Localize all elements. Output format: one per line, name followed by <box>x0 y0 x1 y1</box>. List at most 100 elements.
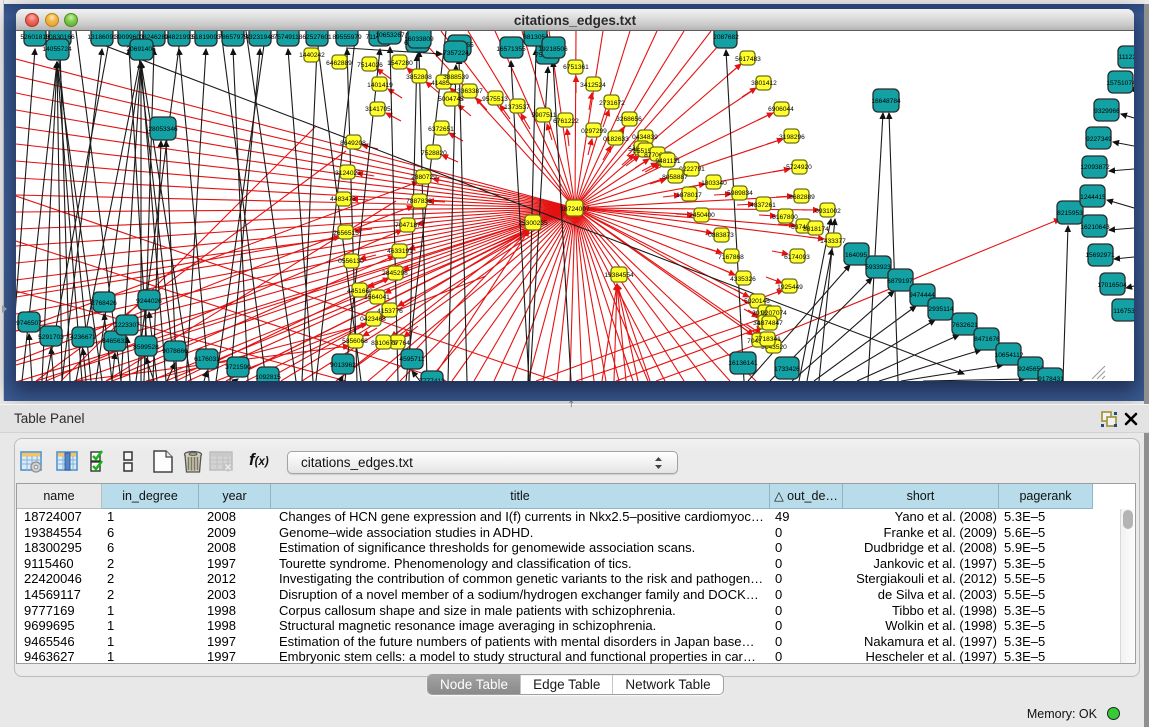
svg-text:5020146: 5020146 <box>744 298 770 305</box>
svg-text:8682889: 8682889 <box>789 194 815 201</box>
svg-text:9227349: 9227349 <box>1086 136 1112 143</box>
svg-text:5617483: 5617483 <box>735 56 761 63</box>
svg-text:7632621: 7632621 <box>952 322 978 329</box>
svg-text:51819093: 51819093 <box>191 34 221 41</box>
svg-text:8215953: 8215953 <box>1057 210 1083 217</box>
svg-text:43231948: 43231948 <box>245 34 275 41</box>
svg-text:15692971: 15692971 <box>1085 252 1115 259</box>
svg-text:0556130: 0556130 <box>338 258 364 265</box>
svg-text:0883873: 0883873 <box>708 232 734 239</box>
svg-text:3852808: 3852808 <box>406 74 432 81</box>
svg-text:6761222: 6761222 <box>553 118 579 125</box>
svg-text:0434839: 0434839 <box>632 134 658 141</box>
svg-text:2656515: 2656515 <box>333 230 359 237</box>
svg-text:8471676: 8471676 <box>974 336 1000 343</box>
svg-text:9329966: 9329966 <box>1094 108 1120 115</box>
svg-text:1878017: 1878017 <box>676 192 702 199</box>
svg-text:1092815: 1092815 <box>255 374 281 381</box>
svg-text:16136141: 16136141 <box>728 360 758 367</box>
svg-text:20691406: 20691406 <box>126 46 156 53</box>
svg-text:0931002: 0931002 <box>815 208 841 215</box>
svg-text:8058887: 8058887 <box>662 174 688 181</box>
svg-text:89555979: 89555979 <box>332 34 362 41</box>
svg-text:7718341: 7718341 <box>755 336 781 343</box>
svg-text:1433377: 1433377 <box>820 238 846 245</box>
svg-text:9178431: 9178431 <box>1038 376 1064 381</box>
svg-text:2935114: 2935114 <box>928 306 954 313</box>
svg-text:1112223: 1112223 <box>1119 54 1134 61</box>
svg-text:8310679: 8310679 <box>371 340 397 347</box>
svg-text:2845298: 2845298 <box>382 270 408 277</box>
svg-text:28053346: 28053346 <box>148 126 178 133</box>
svg-text:4595711: 4595711 <box>399 356 425 363</box>
svg-text:6879197: 6879197 <box>887 278 913 285</box>
svg-text:0423468: 0423468 <box>360 316 386 323</box>
svg-text:2731672: 2731672 <box>599 100 625 107</box>
svg-text:3888539: 3888539 <box>443 74 469 81</box>
svg-text:1374847: 1374847 <box>757 320 783 327</box>
svg-text:1440242: 1440242 <box>299 52 325 59</box>
svg-text:2880729: 2880729 <box>411 174 437 181</box>
svg-text:2450400: 2450400 <box>689 212 715 219</box>
svg-text:1373537: 1373537 <box>504 104 530 111</box>
svg-text:3141705: 3141705 <box>365 106 391 113</box>
svg-text:19218506: 19218506 <box>538 46 568 53</box>
svg-text:6751361: 6751361 <box>563 64 589 71</box>
svg-text:164095: 164095 <box>845 252 867 259</box>
svg-text:9013962: 9013962 <box>330 362 356 369</box>
svg-text:5291703: 5291703 <box>38 334 64 341</box>
svg-text:5933923: 5933923 <box>865 264 891 271</box>
svg-text:116753: 116753 <box>1113 308 1134 315</box>
svg-text:3124023: 3124023 <box>335 170 361 177</box>
svg-text:6174093: 6174093 <box>784 254 810 261</box>
svg-text:16648784: 16648784 <box>871 98 901 105</box>
svg-text:4335326: 4335326 <box>730 276 756 283</box>
svg-text:17016504: 17016504 <box>1097 282 1127 289</box>
svg-text:16033809: 16033809 <box>404 36 434 43</box>
svg-text:1244415: 1244415 <box>1080 194 1106 201</box>
svg-text:7528820: 7528820 <box>421 150 447 157</box>
svg-text:7167868: 7167868 <box>718 254 744 261</box>
svg-text:4483478: 4483478 <box>330 196 356 203</box>
svg-text:3412524: 3412524 <box>580 82 606 89</box>
svg-text:0297299: 0297299 <box>581 128 607 135</box>
svg-text:15751074: 15751074 <box>1106 80 1134 87</box>
svg-text:8818174: 8818174 <box>803 226 829 233</box>
svg-text:3363387: 3363387 <box>457 88 483 95</box>
svg-text:1733426: 1733426 <box>774 366 800 373</box>
svg-text:0182633: 0182633 <box>603 136 629 143</box>
svg-text:6176031: 6176031 <box>194 356 220 363</box>
svg-text:4633191: 4633191 <box>387 248 413 255</box>
svg-text:5989834: 5989834 <box>727 190 753 197</box>
svg-text:18724007: 18724007 <box>560 206 590 213</box>
svg-text:7047187: 7047187 <box>395 222 421 229</box>
svg-text:6906044: 6906044 <box>768 106 794 113</box>
svg-text:3801412: 3801412 <box>751 80 777 87</box>
svg-text:7887838: 7887838 <box>406 198 432 205</box>
svg-text:6462889: 6462889 <box>326 60 352 67</box>
svg-text:8599528: 8599528 <box>133 344 159 351</box>
svg-text:4236671: 4236671 <box>70 334 96 341</box>
svg-text:1925449: 1925449 <box>777 284 803 291</box>
svg-text:12093872: 12093872 <box>1080 164 1110 171</box>
svg-text:10653267: 10653267 <box>375 32 405 39</box>
svg-text:1803340: 1803340 <box>701 180 727 187</box>
svg-text:19384554: 19384554 <box>604 272 634 279</box>
svg-text:9481131: 9481131 <box>655 158 681 165</box>
svg-text:5724920: 5724920 <box>786 164 812 171</box>
svg-text:5356068: 5356068 <box>342 338 368 345</box>
svg-text:7357224: 7357224 <box>443 50 469 57</box>
svg-text:62527601: 62527601 <box>302 34 332 41</box>
svg-text:9244026: 9244026 <box>136 298 162 305</box>
svg-text:78657975: 78657975 <box>218 34 248 41</box>
svg-text:1564041: 1564041 <box>364 294 390 301</box>
svg-text:9746507: 9746507 <box>16 320 42 327</box>
svg-text:8465632: 8465632 <box>102 338 128 345</box>
svg-text:16571355: 16571355 <box>496 46 526 53</box>
svg-text:3268656: 3268656 <box>616 116 642 123</box>
svg-text:7514026: 7514026 <box>357 62 383 69</box>
svg-text:5004743: 5004743 <box>438 96 464 103</box>
svg-text:25300235: 25300235 <box>518 220 548 227</box>
svg-text:16210643: 16210643 <box>1080 224 1110 231</box>
svg-text:94821993: 94821993 <box>164 34 194 41</box>
